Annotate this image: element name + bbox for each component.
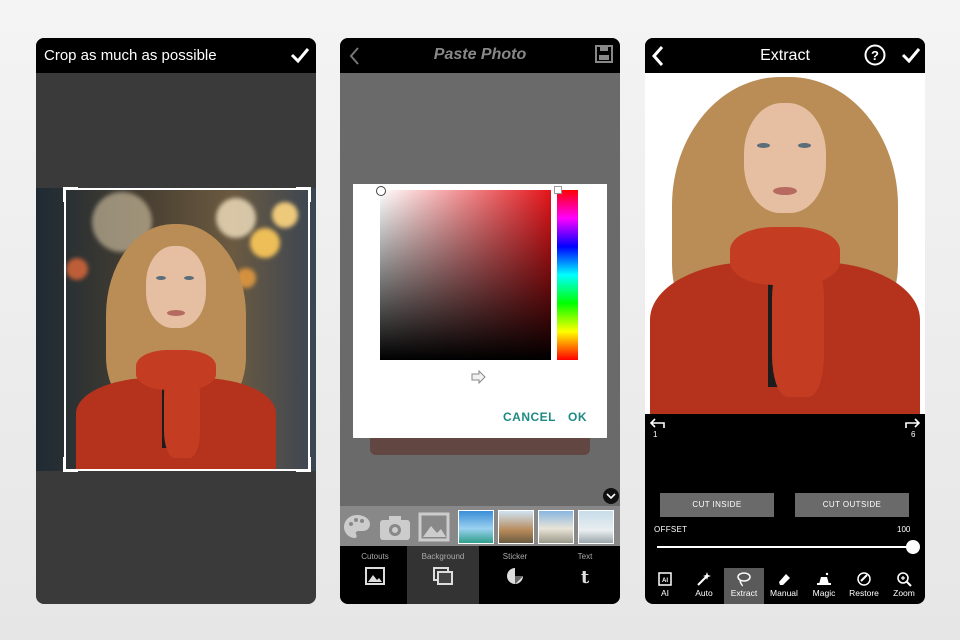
offset-slider-thumb[interactable] <box>906 540 920 554</box>
background-thumbnail[interactable] <box>458 510 494 544</box>
tool-label: Manual <box>770 588 798 598</box>
save-icon[interactable] <box>594 44 614 64</box>
crop-handle[interactable] <box>63 457 78 472</box>
tab-background[interactable]: Background <box>407 546 479 604</box>
ai-chip-icon: AI <box>658 572 672 586</box>
restore-icon <box>857 572 871 586</box>
tab-cutouts[interactable]: Cutouts <box>340 546 410 604</box>
crop-frame[interactable] <box>63 187 311 472</box>
extract-screen: Extract ? 1 6 CUT INSIDE CUT OUTSIDE OFF… <box>645 38 925 604</box>
tool-ai[interactable]: AI AI <box>645 568 685 604</box>
cut-inside-button[interactable]: CUT INSIDE <box>660 493 774 517</box>
help-icon[interactable]: ? <box>864 44 886 66</box>
background-thumbnail-row <box>340 506 620 546</box>
background-thumbnail[interactable] <box>578 510 614 544</box>
color-picker-dialog: CANCEL OK <box>353 184 607 438</box>
crop-handle[interactable] <box>63 187 78 202</box>
color-selector-handle[interactable] <box>376 186 386 196</box>
crop-handle[interactable] <box>296 187 311 202</box>
checkmark-icon[interactable] <box>901 46 921 64</box>
background-thumbnail[interactable] <box>498 510 534 544</box>
tool-label: Magic <box>812 588 836 598</box>
offset-label: OFFSET <box>654 525 688 534</box>
tab-label: Cutouts <box>361 552 389 561</box>
background-thumbnail[interactable] <box>538 510 574 544</box>
tool-extract[interactable]: Extract <box>724 568 764 604</box>
tool-manual[interactable]: Manual <box>764 568 804 604</box>
tool-label: AI <box>660 588 670 598</box>
zoom-icon <box>897 572 912 587</box>
tab-label: Sticker <box>502 552 528 561</box>
tab-label: Background <box>421 552 465 561</box>
layers-icon <box>433 567 453 585</box>
extract-canvas[interactable] <box>645 73 925 414</box>
tab-text[interactable]: Text t <box>550 546 620 604</box>
tab-label: Text <box>577 552 593 561</box>
magic-wand-icon <box>697 572 711 586</box>
hue-slider[interactable] <box>557 190 578 360</box>
arrow-right-icon <box>471 370 486 384</box>
extract-header: Extract ? <box>645 38 925 73</box>
redo-count: 6 <box>911 430 916 439</box>
ok-button[interactable]: OK <box>568 410 587 424</box>
tool-label: Zoom <box>893 588 915 598</box>
crop-screen: Crop as much as possible <box>36 38 316 604</box>
tab-sticker[interactable]: Sticker <box>480 546 550 604</box>
tool-label: Auto <box>695 588 713 598</box>
bottom-tab-bar: Cutouts Background Sticker Text t <box>340 546 620 604</box>
sticker-icon <box>507 568 523 584</box>
paste-header: Paste Photo <box>340 38 620 73</box>
camera-icon[interactable] <box>378 514 412 542</box>
gallery-icon[interactable] <box>418 512 450 542</box>
text-icon: t <box>580 567 590 588</box>
checkmark-icon[interactable] <box>290 46 310 64</box>
crop-title: Crop as much as possible <box>44 47 217 64</box>
paste-photo-screen: Paste Photo CANCEL OK Cutouts Background <box>340 38 620 604</box>
cancel-button[interactable]: CANCEL <box>503 410 556 424</box>
lasso-icon <box>737 572 751 587</box>
woman-cutout <box>650 77 920 414</box>
redo-icon[interactable] <box>904 418 922 430</box>
tool-zoom[interactable]: Zoom <box>884 568 924 604</box>
tool-magic[interactable]: Magic <box>804 568 844 604</box>
offset-slider[interactable] <box>657 540 920 554</box>
chevron-down-icon[interactable] <box>602 487 620 505</box>
image-icon <box>365 567 385 585</box>
svg-text:AI: AI <box>662 578 668 584</box>
tool-auto[interactable]: Auto <box>684 568 724 604</box>
tool-label: Restore <box>849 588 879 598</box>
tool-label: Extract <box>730 588 758 598</box>
palette-icon[interactable] <box>342 512 372 542</box>
saturation-value-square[interactable] <box>380 190 551 360</box>
crop-header: Crop as much as possible <box>36 38 316 73</box>
hue-slider-handle[interactable] <box>554 186 562 194</box>
tool-restore[interactable]: Restore <box>844 568 884 604</box>
magic-hat-icon <box>817 572 831 585</box>
eraser-icon <box>779 574 790 585</box>
svg-text:?: ? <box>871 48 879 63</box>
cut-outside-button[interactable]: CUT OUTSIDE <box>795 493 909 517</box>
paste-title: Paste Photo <box>433 46 527 63</box>
undo-icon[interactable] <box>648 418 666 430</box>
offset-value: 100 <box>897 525 911 534</box>
crop-handle[interactable] <box>296 457 311 472</box>
undo-count: 1 <box>653 430 658 439</box>
